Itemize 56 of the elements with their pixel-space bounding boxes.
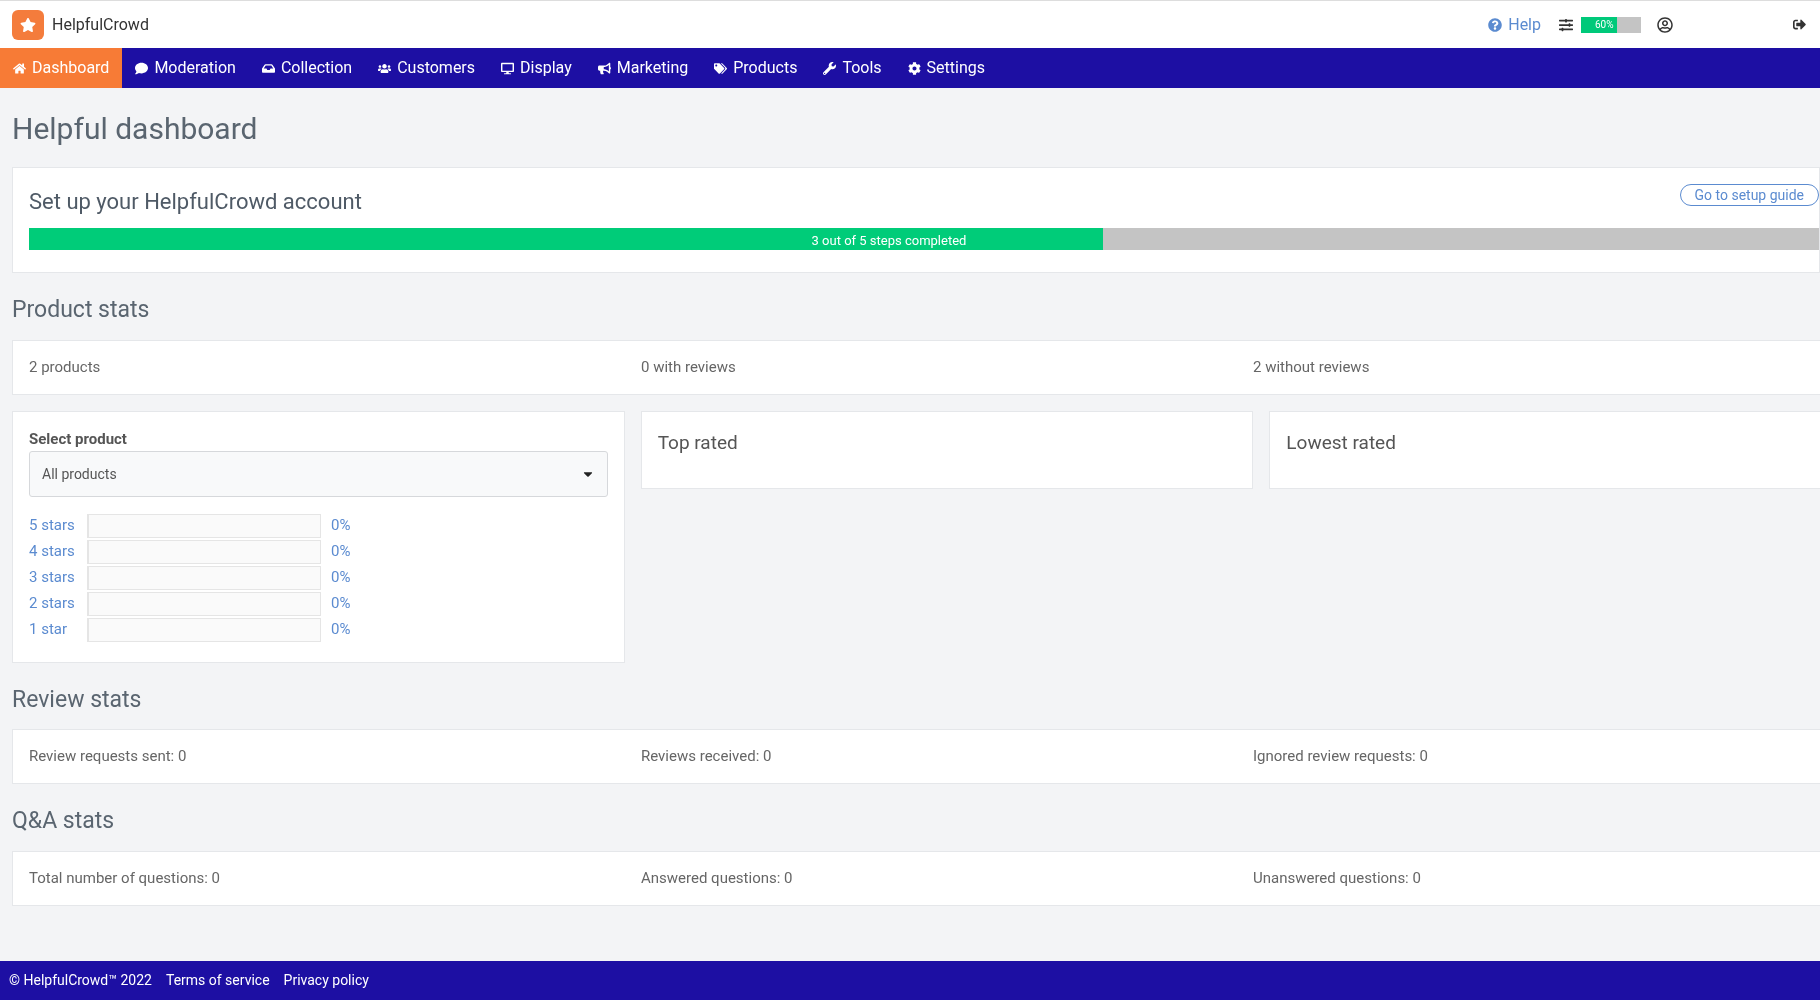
- stat-text: Reviews received: 0: [641, 746, 772, 768]
- user-icon[interactable]: [1657, 16, 1673, 33]
- star-filter-link[interactable]: 5 stars: [29, 514, 87, 537]
- field-label: Select product: [29, 428, 127, 450]
- footer-link[interactable]: Privacy policy: [283, 970, 369, 991]
- footer-link[interactable]: Terms of service: [165, 970, 270, 991]
- wrench-icon: [823, 61, 837, 75]
- chat-bubble-icon: [135, 61, 149, 75]
- card-title: Top rated: [657, 430, 738, 454]
- progress-label: 3 out of 5 steps completed: [811, 232, 967, 250]
- star-filter-link[interactable]: 3 stars: [29, 566, 87, 589]
- tags-icon: [714, 61, 728, 75]
- percent-text: 0%: [331, 541, 351, 563]
- sliders-icon[interactable]: [1559, 17, 1573, 32]
- setup-title: Set up your HelpfulCrowd account: [29, 188, 362, 216]
- stat-text: Answered questions: 0: [641, 867, 793, 889]
- megaphone-icon: [597, 61, 611, 75]
- help-icon: [1488, 17, 1503, 32]
- section-title: Product stats: [12, 295, 150, 325]
- stat-text: 2 without reviews: [1253, 356, 1370, 378]
- nav-tab[interactable]: Moderation: [122, 48, 249, 88]
- nav-tab[interactable]: Tools: [810, 48, 895, 88]
- stat-text: Review requests sent: 0: [29, 746, 187, 768]
- percent-text: 0%: [331, 515, 351, 537]
- percent-text: 0%: [331, 593, 351, 615]
- usage-reading: 60%: [1595, 18, 1614, 31]
- logout-icon[interactable]: [1793, 18, 1806, 31]
- product-select[interactable]: All products: [29, 451, 608, 497]
- stat-text: Ignored review requests: 0: [1253, 746, 1428, 768]
- copyright-text: © HelpfulCrowd™ 2022: [9, 971, 152, 990]
- star-filter-link[interactable]: 4 stars: [29, 540, 87, 563]
- nav-tab[interactable]: Settings: [894, 48, 998, 88]
- brand-name: HelpfulCrowd: [52, 13, 149, 36]
- logo-icon: [12, 9, 44, 40]
- percent-text: 0%: [331, 567, 351, 589]
- page-title: Helpful dashboard: [12, 110, 258, 148]
- star-filter-link[interactable]: 1 star: [29, 618, 87, 641]
- inbox-icon: [261, 61, 275, 75]
- section-title: Q&A stats: [12, 806, 115, 836]
- card-title: Lowest rated: [1286, 430, 1396, 454]
- stat-text: Unanswered questions: 0: [1253, 867, 1421, 889]
- nav-tab[interactable]: Products: [701, 48, 811, 88]
- stat-text: Total number of questions: 0: [29, 867, 220, 889]
- nav-tab[interactable]: Customers: [365, 48, 489, 88]
- nav-tab[interactable]: Collection: [248, 48, 366, 88]
- nav-tab[interactable]: Marketing: [584, 48, 702, 88]
- home-icon: [13, 61, 26, 75]
- gear-icon: [907, 61, 921, 75]
- percent-text: 0%: [331, 619, 351, 641]
- users-icon: [378, 61, 392, 75]
- monitor-icon: [501, 61, 515, 75]
- stat-text: 0 with reviews: [641, 356, 736, 378]
- stat-text: 2 products: [29, 356, 101, 378]
- section-title: Review stats: [12, 684, 142, 715]
- star-filter-link[interactable]: 2 stars: [29, 592, 87, 615]
- nav-tab[interactable]: Display: [488, 48, 585, 88]
